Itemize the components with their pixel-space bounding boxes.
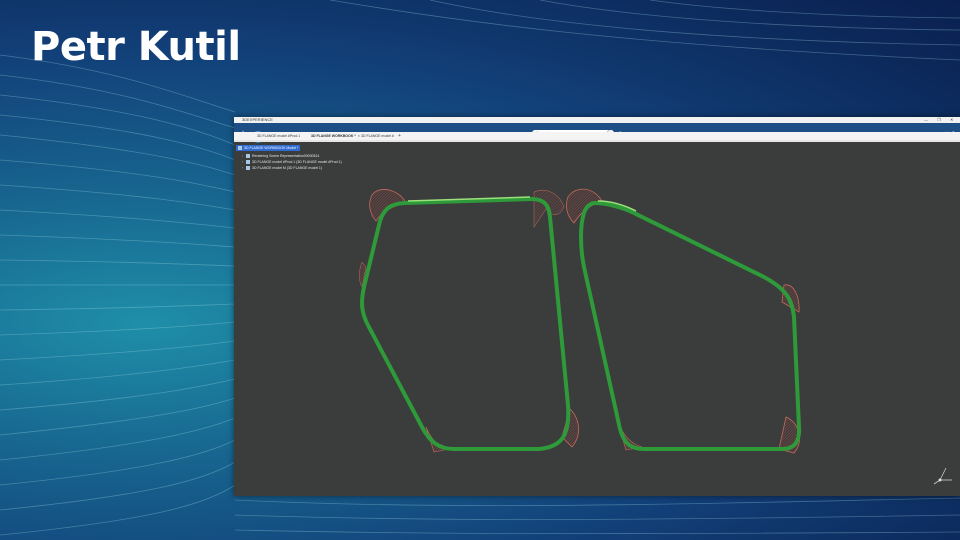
document-tab-bar: 3D FLANGE model #Prod.1 3D FLANGE WORKBO… [234,132,960,141]
scene-icon [246,154,250,159]
tab-label: 3D FLANGE model # [361,134,394,138]
tree-item-model-m[interactable]: › 3D FLANGE model M (3D FLANGE model 1) [242,165,322,171]
tree-item-label: Rendering Scene Representation00000514 [252,154,320,158]
tab-label: 3D FLANGE WORKBOOK * [311,134,356,138]
slide-title: Petr Kutil [31,24,241,70]
expand-icon[interactable]: › [242,165,245,171]
add-tab-icon[interactable]: + [398,132,401,140]
right-profile-outline [579,200,802,451]
tree-item-label: 3D FLANGE model #Prod.1 (3D FLANGE model… [252,160,342,164]
tree-item-label: 3D FLANGE WORKBOOK Model * [244,146,299,150]
part-icon [246,160,250,165]
workbook-icon [238,146,242,151]
left-profile-outline [360,196,571,451]
tree-item-root[interactable]: 3D FLANGE WORKBOOK Model * [236,145,301,151]
axis-triad-icon[interactable] [932,464,954,486]
tree-item-label: 3D FLANGE model M (3D FLANGE model 1) [252,166,323,170]
tab-flange-model[interactable]: 3D FLANGE model #Prod.1 [254,132,303,140]
part-icon [246,166,250,171]
3d-viewport[interactable] [234,117,960,496]
tab-flange-model-2[interactable]: 3D FLANGE model # [358,132,397,140]
catia-app-window[interactable]: 3DEXPERIENCE — ❐ ✕ 3DEXPERIENCE | CATIA … [234,117,960,496]
tab-label: 3D FLANGE model #Prod.1 [257,134,301,138]
toolbar-strip [234,140,960,142]
